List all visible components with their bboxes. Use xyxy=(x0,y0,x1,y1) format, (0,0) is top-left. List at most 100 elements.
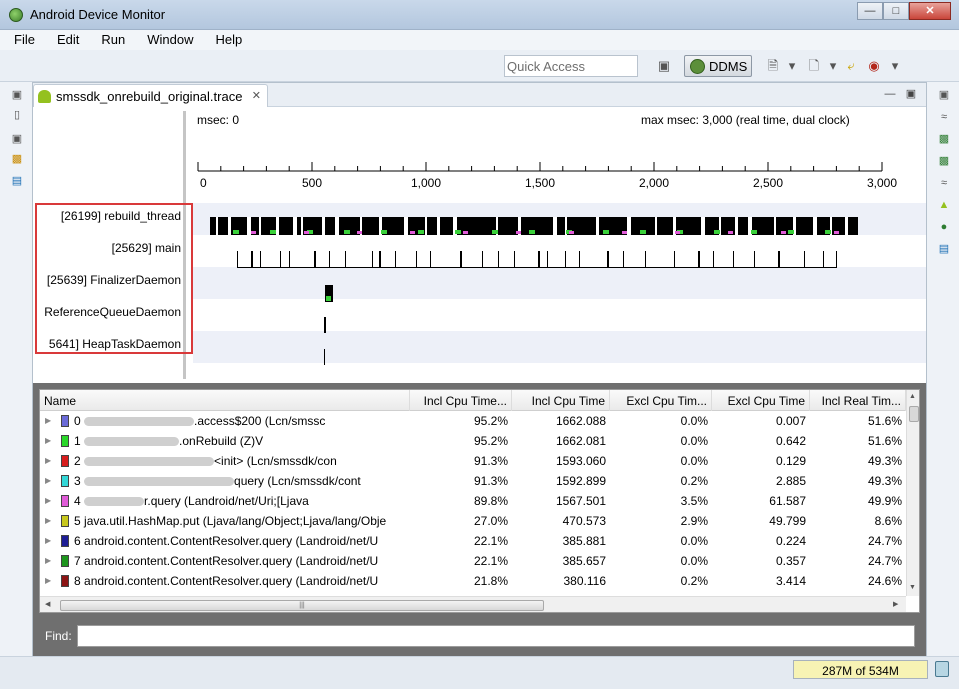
minimize-icon[interactable]: — xyxy=(883,87,897,101)
thread-activity-bar xyxy=(514,251,515,267)
scroll-down-arrow-icon[interactable]: ▼ xyxy=(909,584,916,591)
thread-activity-bar xyxy=(579,251,580,267)
thread-idle-gap xyxy=(404,217,408,235)
thread-activity-bar xyxy=(778,251,780,267)
logcat-icon[interactable]: ▩ xyxy=(10,152,24,166)
maximize-button[interactable]: □ xyxy=(883,2,909,20)
threads-icon[interactable]: ≈ xyxy=(937,110,951,124)
method-name: 4 r.query (Landroid/net/Uri;[Ljava xyxy=(74,494,410,508)
thread-activity-bar xyxy=(372,251,373,267)
heap-status[interactable]: 287M of 534M xyxy=(793,660,928,679)
method-marker xyxy=(728,231,733,234)
heap-icon[interactable]: ▩ xyxy=(937,132,951,146)
thread-activity-bar xyxy=(713,251,714,267)
expand-arrow-icon[interactable]: ▶ xyxy=(45,556,51,565)
column-header-excl-cpu-pct[interactable]: Excl Cpu Tim... xyxy=(610,390,712,411)
expand-arrow-icon[interactable]: ▶ xyxy=(45,516,51,525)
excl-cpu-pct: 0.0% xyxy=(680,554,708,568)
scroll-right-arrow-icon[interactable]: ▶ xyxy=(893,600,898,608)
method-index: 1 xyxy=(74,434,81,448)
network-icon[interactable]: ≈ xyxy=(937,176,951,190)
thread-activity-bar xyxy=(314,251,316,267)
excl-cpu-pct: 0.0% xyxy=(680,534,708,548)
dropdown-arrow-icon[interactable]: ▾ xyxy=(887,58,903,74)
table-row[interactable]: ▶ 0 .access$200 (Lcn/smssc 95.2% 1662.088 0.… xyxy=(40,411,906,431)
quick-access-input[interactable]: Quick Access xyxy=(504,55,638,77)
ddms-perspective-button[interactable]: DDMS xyxy=(684,55,752,77)
vertical-scrollbar[interactable]: ▲ ▼ xyxy=(906,390,919,596)
expand-arrow-icon[interactable]: ▶ xyxy=(45,536,51,545)
dropdown-arrow-icon[interactable]: ▾ xyxy=(825,58,841,74)
expand-arrow-icon[interactable]: ▶ xyxy=(45,436,51,445)
method-marker xyxy=(418,230,424,234)
table-row[interactable]: ▶ 5 java.util.HashMap.put (Ljava/lang/Obj… xyxy=(40,511,906,531)
expand-arrow-icon[interactable]: ▶ xyxy=(45,456,51,465)
allocation-tracker-icon[interactable]: ▩ xyxy=(937,154,951,168)
window-title: Android Device Monitor xyxy=(30,7,166,22)
device-icon[interactable]: ▯ xyxy=(10,108,24,122)
expand-arrow-icon[interactable]: ▶ xyxy=(45,476,51,485)
trash-icon[interactable] xyxy=(935,661,949,677)
thread-activity-bar xyxy=(345,251,346,267)
table-row[interactable]: ▶ 7 android.content.ContentResolver.query… xyxy=(40,551,906,571)
method-index: 8 xyxy=(74,574,81,588)
vertical-scroll-thumb[interactable] xyxy=(909,406,919,422)
incl-real-pct: 24.7% xyxy=(867,534,902,548)
console-icon[interactable]: ▤ xyxy=(10,174,24,188)
dropdown-arrow-icon[interactable]: ▾ xyxy=(784,58,800,74)
open-perspective-icon[interactable]: ▣ xyxy=(656,58,672,74)
find-input[interactable] xyxy=(77,625,915,647)
back-icon[interactable]: ⤶ xyxy=(843,58,859,74)
file-explorer-icon[interactable]: ▤ xyxy=(937,242,951,256)
emulator-control-icon[interactable]: ● xyxy=(937,220,951,234)
menu-run[interactable]: Run xyxy=(86,30,132,50)
thread-activity-bar xyxy=(482,251,483,267)
menu-file[interactable]: File xyxy=(0,30,42,50)
column-header-incl-cpu-time[interactable]: Incl Cpu Time xyxy=(512,390,610,411)
tab-trace-file[interactable]: smssdk_onrebuild_original.trace ✕ xyxy=(33,84,268,107)
horizontal-scrollbar[interactable]: ◀ ||| ▶ xyxy=(40,596,906,612)
expand-arrow-icon[interactable]: ▶ xyxy=(45,576,51,585)
thread-idle-gap xyxy=(437,217,440,235)
column-header-name[interactable]: Name xyxy=(40,390,410,411)
expand-arrow-icon[interactable]: ▶ xyxy=(45,496,51,505)
table-row[interactable]: ▶ 3 query (Lcn/smssdk/cont 91.3% 1592.899 0.… xyxy=(40,471,906,491)
new-file-icon[interactable]: 🗎 xyxy=(765,58,781,74)
column-header-incl-real-time[interactable]: Incl Real Tim... xyxy=(810,390,906,411)
excl-cpu-time: 2.885 xyxy=(775,474,806,488)
scroll-left-arrow-icon[interactable]: ◀ xyxy=(45,600,50,608)
thread-activity-bar xyxy=(698,251,700,267)
window-controls: — □ ✕ xyxy=(857,2,951,20)
incl-cpu-time: 1567.501 xyxy=(555,494,606,508)
maximize-icon[interactable]: ▣ xyxy=(904,87,918,101)
scroll-up-arrow-icon[interactable]: ▲ xyxy=(909,393,916,400)
table-row[interactable]: ▶ 2 <init> (Lcn/smssdk/con 91.3% 1593.060 0.… xyxy=(40,451,906,471)
restore-icon[interactable]: ▣ xyxy=(937,88,951,102)
table-row[interactable]: ▶ 4 r.query (Landroid/net/Uri;[Ljava 89.8%… xyxy=(40,491,906,511)
menu-window[interactable]: Window xyxy=(132,30,200,50)
close-icon[interactable]: ✕ xyxy=(252,89,261,102)
menu-edit[interactable]: Edit xyxy=(42,30,86,50)
table-row[interactable]: ▶ 6 android.content.ContentResolver.query… xyxy=(40,531,906,551)
horizontal-scroll-thumb[interactable]: ||| xyxy=(60,600,544,611)
expand-arrow-icon[interactable]: ▶ xyxy=(45,416,51,425)
column-header-excl-cpu-time[interactable]: Excl Cpu Time xyxy=(712,390,810,411)
method-color-swatch xyxy=(61,515,69,527)
restore-icon[interactable]: ▣ xyxy=(10,88,24,102)
table-row[interactable]: ▶ 1 .onRebuild (Z)V 95.2% 1662.081 0.0% 0.642… xyxy=(40,431,906,451)
column-header-incl-cpu-pct[interactable]: Incl Cpu Time... xyxy=(410,390,512,411)
restore-icon[interactable]: ▣ xyxy=(10,132,24,146)
thread-activity-bar xyxy=(280,251,281,267)
minimize-button[interactable]: — xyxy=(857,2,883,20)
method-name: 0 .access$200 (Lcn/smssc xyxy=(74,414,410,428)
save-file-icon[interactable]: 🗋 xyxy=(806,58,822,74)
method-color-swatch xyxy=(61,435,69,447)
close-button[interactable]: ✕ xyxy=(909,2,951,20)
table-row[interactable]: ▶ 8 android.content.ContentResolver.query… xyxy=(40,571,906,591)
menu-help[interactable]: Help xyxy=(200,30,249,50)
method-name: 3 query (Lcn/smssdk/cont xyxy=(74,474,410,488)
thread-activity-bar xyxy=(324,317,326,333)
method-color-swatch xyxy=(61,415,69,427)
run-icon[interactable]: ◉ xyxy=(866,58,882,74)
android-icon[interactable]: ▲ xyxy=(937,198,951,212)
